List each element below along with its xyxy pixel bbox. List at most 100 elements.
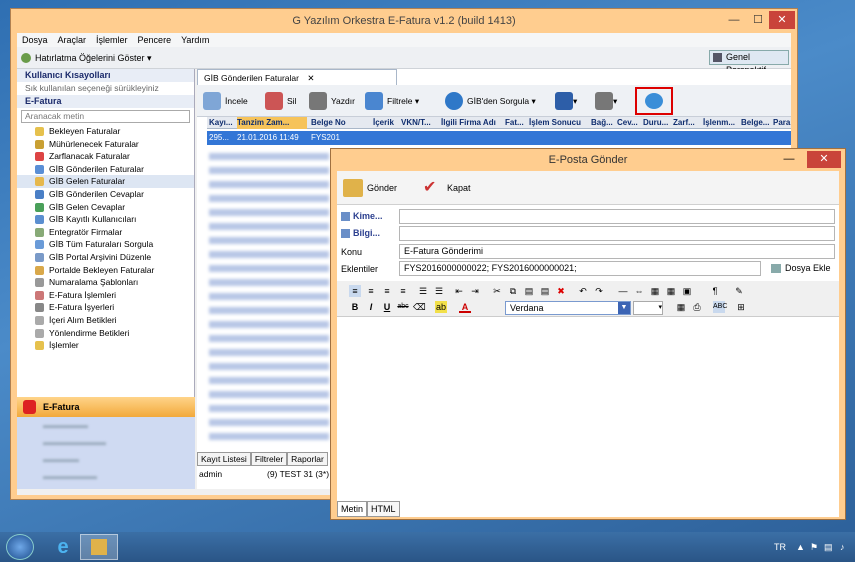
col-header[interactable]: İlgili Firma Adı — [441, 117, 503, 129]
align-center-icon[interactable]: ≡ — [365, 285, 377, 297]
table-row-blurred[interactable] — [209, 419, 329, 426]
message-editor[interactable] — [337, 318, 839, 501]
table-row-blurred[interactable] — [209, 209, 329, 216]
minimize-button[interactable]: — — [721, 11, 747, 29]
underline-icon[interactable]: U — [381, 301, 393, 313]
insert-field-icon[interactable]: ⊞ — [735, 301, 747, 313]
print-preview-icon[interactable]: ⎙ — [691, 301, 703, 313]
table-row-blurred[interactable] — [209, 279, 329, 286]
shortcuts-header[interactable]: Kullanıcı Kısayolları — [17, 69, 194, 82]
email-close-action-button[interactable]: ✔ Kapat — [421, 177, 471, 199]
delete-icon[interactable]: ✖ — [555, 285, 567, 297]
sidebar-search-input[interactable]: Aranacak metin — [21, 110, 190, 123]
table-row-blurred[interactable] — [209, 391, 329, 398]
table-row-blurred[interactable] — [209, 293, 329, 300]
history-reminder-button[interactable]: Hatırlatma Öğelerini Göster ▾ — [21, 51, 152, 65]
spellcheck-icon[interactable]: ABC — [713, 301, 727, 313]
nav-item-blurred[interactable]: ▬▬▬▬▬▬ — [17, 468, 195, 485]
cc-field[interactable] — [399, 226, 835, 241]
table-row-blurred[interactable] — [209, 181, 329, 188]
strikethrough-icon[interactable]: abc — [397, 301, 409, 313]
col-header[interactable]: Zarf... — [673, 117, 701, 129]
save-button[interactable]: ▾ — [553, 89, 577, 113]
table-row-blurred[interactable] — [209, 153, 329, 160]
gib-query-button[interactable]: GİB'den Sorgula ▾ — [443, 89, 536, 113]
col-header[interactable]: Para — [773, 117, 791, 129]
table-row-blurred[interactable] — [209, 321, 329, 328]
eraser-icon[interactable]: ⌫ — [413, 301, 426, 313]
efatura-section-header[interactable]: E-Fatura — [17, 95, 194, 108]
nav-item-efatura[interactable]: E-Fatura — [17, 397, 195, 417]
maximize-button[interactable]: ☐ — [745, 11, 771, 29]
font-select[interactable]: Verdana ▼ — [505, 301, 631, 315]
table-row-blurred[interactable] — [209, 405, 329, 412]
print-options-button[interactable]: ▾ — [593, 89, 617, 113]
tree-item-selected[interactable]: GİB Gelen Faturalar — [17, 175, 194, 188]
taskbar-app-button[interactable] — [80, 534, 118, 560]
col-header[interactable]: VKN/T... — [401, 117, 439, 129]
tab-close-icon[interactable]: ✕ — [307, 73, 314, 83]
numbered-list-icon[interactable]: ☰ — [417, 285, 429, 297]
perspective-button[interactable]: Genel Perspektif — [709, 50, 789, 75]
tree-item[interactable]: GİB Kayıtlı Kullanıcıları — [17, 213, 194, 226]
col-header[interactable]: İşlem Sonucu — [529, 117, 589, 129]
menu-araclar[interactable]: Araçlar — [53, 33, 92, 47]
tab-text[interactable]: Metin — [337, 501, 368, 517]
horizontal-rule-icon[interactable]: — — [617, 285, 629, 297]
tree-item[interactable]: GİB Tüm Faturaları Sorgula — [17, 238, 194, 251]
tab-filters[interactable]: Filtreler — [250, 452, 288, 466]
paragraph-icon[interactable]: ¶ — [709, 285, 721, 297]
delete-button[interactable]: Sil — [263, 89, 296, 113]
inspect-button[interactable]: İncele — [201, 89, 248, 113]
col-header[interactable]: Kayı... — [209, 117, 235, 129]
send-button[interactable]: Gönder — [341, 177, 397, 199]
tree-item[interactable]: GİB Gönderilen Faturalar — [17, 163, 194, 176]
table-row-blurred[interactable] — [209, 195, 329, 202]
table-row-blurred[interactable] — [209, 349, 329, 356]
table-row-blurred[interactable] — [209, 167, 329, 174]
tree-item[interactable]: E-Fatura İşlemleri — [17, 289, 194, 302]
network-icon[interactable]: ▤ — [824, 532, 833, 562]
col-header[interactable]: Belge No — [311, 117, 371, 129]
cut-icon[interactable]: ✂ — [491, 285, 503, 297]
tree-item[interactable]: Zarflanacak Faturalar — [17, 150, 194, 163]
align-left-icon[interactable]: ≡ — [349, 285, 361, 297]
font-color-icon[interactable]: A — [459, 301, 471, 313]
table-row-selected[interactable]: 295... 21.01.2016 11:49 FYS201 — [207, 131, 791, 145]
menu-pencere[interactable]: Pencere — [133, 33, 177, 47]
align-right-icon[interactable]: ≡ — [381, 285, 393, 297]
image-icon[interactable]: ▣ — [681, 285, 693, 297]
table-row-blurred[interactable] — [209, 433, 329, 440]
email-send-button[interactable] — [635, 87, 673, 115]
col-header[interactable]: İçerik — [373, 117, 399, 129]
highlight-icon[interactable]: ab — [435, 301, 447, 313]
tree-item[interactable]: Portalde Bekleyen Faturalar — [17, 264, 194, 277]
outdent-icon[interactable]: ⇤ — [453, 285, 465, 297]
tree-item[interactable]: Yönlendirme Betikleri — [17, 327, 194, 340]
attachments-field[interactable]: FYS2016000000022; FYS2016000000021; — [399, 261, 761, 276]
flag-icon[interactable]: ⚑ — [810, 532, 818, 562]
indent-icon[interactable]: ⇥ — [469, 285, 481, 297]
font-size-select[interactable]: ▾ — [633, 301, 663, 315]
filter-button[interactable]: Filtrele ▾ — [363, 89, 419, 113]
tree-item[interactable]: İşlemler — [17, 339, 194, 352]
tree-item[interactable]: Entegratör Firmalar — [17, 226, 194, 239]
col-header[interactable]: Cev... — [617, 117, 641, 129]
volume-icon[interactable]: ♪ — [840, 532, 845, 562]
table-row-blurred[interactable] — [209, 251, 329, 258]
col-header[interactable]: Belge... — [741, 117, 771, 129]
nav-item-blurred[interactable]: ▬▬▬▬▬ — [17, 417, 195, 434]
italic-icon[interactable]: I — [365, 301, 377, 313]
redo-icon[interactable]: ↷ — [593, 285, 605, 297]
table-insert-icon[interactable]: ▦ — [675, 301, 687, 313]
format-painter-icon[interactable]: ✎ — [733, 285, 745, 297]
table-row-blurred[interactable] — [209, 265, 329, 272]
tree-item[interactable]: GİB Gönderilen Cevaplar — [17, 188, 194, 201]
bold-icon[interactable]: B — [349, 301, 361, 313]
tree-item[interactable]: Bekleyen Faturalar — [17, 125, 194, 138]
internet-explorer-icon[interactable]: e — [50, 535, 76, 559]
col-header[interactable]: Duru... — [643, 117, 671, 129]
table-icon[interactable]: ▦ — [649, 285, 661, 297]
tree-item[interactable]: GİB Gelen Cevaplar — [17, 201, 194, 214]
col-header[interactable]: İşlenm... — [703, 117, 739, 129]
